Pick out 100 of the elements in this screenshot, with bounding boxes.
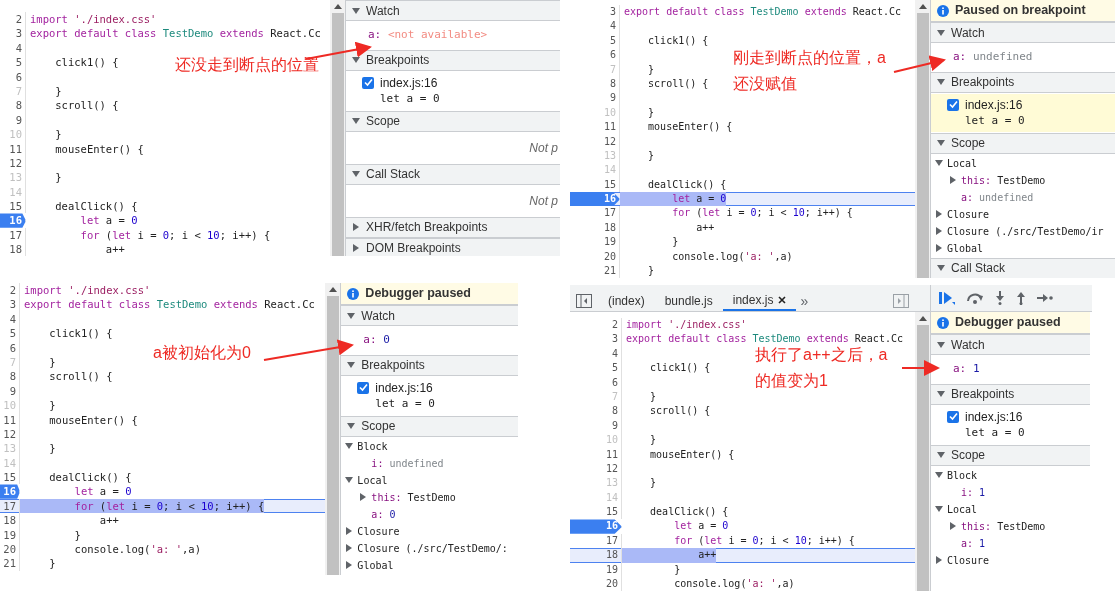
line-number[interactable]: 18 [0, 242, 26, 256]
scroll-up-icon[interactable] [333, 4, 342, 9]
line-number[interactable]: 3 [570, 5, 620, 20]
checkbox[interactable] [357, 381, 370, 394]
line-number[interactable]: 6 [570, 48, 620, 63]
line-number[interactable]: 11 [0, 412, 20, 427]
step-over-icon[interactable] [966, 292, 984, 304]
triangle-icon[interactable] [347, 311, 356, 320]
section-header[interactable]: Scope [931, 132, 1115, 154]
scope-group[interactable]: Local [931, 154, 1115, 172]
line-number[interactable]: 12 [0, 155, 26, 171]
line-number[interactable]: 16 [570, 192, 620, 207]
triangle-icon[interactable] [935, 505, 943, 513]
triangle-icon[interactable] [352, 117, 360, 125]
line-number[interactable]: 9 [570, 418, 622, 434]
triangle-icon[interactable] [352, 223, 360, 231]
scrollbar[interactable] [915, 312, 930, 591]
line-number[interactable]: 20 [0, 542, 20, 557]
line-number[interactable]: 4 [0, 311, 20, 327]
triangle-icon[interactable] [935, 210, 943, 218]
triangle-icon[interactable] [937, 28, 945, 37]
scope-variable[interactable]: this: TestDemo [341, 488, 518, 506]
line-number[interactable]: 9 [570, 91, 620, 106]
line-number[interactable]: 5 [570, 361, 622, 376]
line-number[interactable]: 4 [570, 346, 622, 362]
line-number[interactable]: 2 [0, 283, 20, 298]
checkbox[interactable] [947, 410, 959, 423]
scope-group[interactable]: Global [341, 556, 518, 574]
section-header[interactable]: Breakpoints [931, 71, 1115, 93]
triangle-icon[interactable] [935, 244, 943, 252]
line-number[interactable]: 11 [0, 141, 26, 156]
scope-variable[interactable]: this: TestDemo [931, 517, 1090, 535]
scope-group[interactable]: Closure (./src/TestDemo/: [341, 539, 518, 557]
line-number[interactable]: 18 [0, 513, 20, 528]
section-header[interactable]: Breakpoints [346, 49, 560, 71]
line-number[interactable]: 4 [570, 19, 620, 34]
triangle-icon[interactable] [345, 476, 354, 484]
line-number[interactable]: 18 [570, 220, 620, 236]
line-number[interactable]: 4 [0, 40, 26, 56]
triangle-icon[interactable] [937, 264, 945, 272]
line-number[interactable]: 16 [570, 519, 622, 534]
section-header[interactable]: Watch [346, 0, 560, 21]
triangle-icon[interactable] [345, 561, 354, 569]
resume-icon[interactable] [939, 291, 955, 305]
line-number[interactable]: 12 [570, 461, 622, 477]
close-icon[interactable] [778, 296, 787, 304]
section-header[interactable]: Scope [346, 110, 560, 132]
navigator-toggle-icon[interactable] [576, 294, 592, 308]
line-number[interactable]: 20 [570, 249, 620, 265]
breakpoint-item[interactable]: index.js:16 let a = 0 [931, 93, 1115, 132]
line-number[interactable]: 9 [0, 383, 20, 399]
triangle-icon[interactable] [935, 471, 943, 479]
line-number[interactable]: 2 [0, 12, 26, 27]
section-header[interactable]: XHR/fetch Breakpoints [346, 216, 560, 238]
scroll-up-icon[interactable] [918, 4, 927, 9]
debugger-toggle-icon[interactable] [893, 294, 909, 308]
scope-group[interactable]: Block [341, 437, 518, 455]
section-header[interactable]: Watch [931, 334, 1090, 355]
line-number[interactable]: 20 [570, 577, 622, 591]
line-number[interactable]: 19 [0, 527, 20, 543]
line-number[interactable]: 2 [570, 318, 622, 333]
section-header[interactable]: Watch [341, 305, 518, 326]
line-number[interactable]: 6 [570, 375, 622, 390]
section-header[interactable]: Scope [931, 444, 1090, 466]
line-number[interactable]: 5 [0, 326, 20, 341]
line-number[interactable]: 12 [570, 134, 620, 149]
step-into-icon[interactable] [995, 291, 1005, 305]
line-number[interactable]: 15 [570, 505, 622, 520]
triangle-icon[interactable] [937, 390, 945, 398]
triangle-icon[interactable] [935, 227, 943, 235]
line-number[interactable]: 3 [570, 332, 622, 347]
scope-group[interactable]: Closure (./src/TestDemo/ir [931, 222, 1115, 240]
section-header[interactable]: Call Stack [931, 257, 1115, 278]
triangle-icon[interactable] [347, 422, 356, 430]
triangle-icon[interactable] [352, 6, 360, 15]
line-number[interactable]: 8 [0, 98, 26, 113]
triangle-icon[interactable] [345, 544, 354, 552]
line-number[interactable]: 11 [570, 447, 622, 462]
scrollbar[interactable] [325, 283, 341, 575]
triangle-icon[interactable] [345, 442, 354, 450]
scope-group[interactable]: Block [931, 466, 1090, 484]
checkbox[interactable] [362, 76, 374, 89]
line-number[interactable]: 3 [0, 26, 26, 41]
scrollbar[interactable] [915, 0, 930, 278]
triangle-icon[interactable] [937, 451, 945, 459]
line-number[interactable]: 8 [570, 404, 622, 419]
scope-group[interactable]: Global [931, 239, 1115, 257]
section-header[interactable]: Watch [931, 22, 1115, 43]
section-header[interactable]: Breakpoints [931, 383, 1090, 405]
triangle-icon[interactable] [949, 176, 957, 184]
line-number[interactable]: 16 [0, 484, 20, 499]
triangle-icon[interactable] [937, 139, 945, 147]
file-tab[interactable]: bundle.js [654, 291, 723, 311]
scope-group[interactable]: Closure [931, 205, 1115, 223]
line-number[interactable]: 19 [570, 562, 622, 578]
line-number[interactable]: 3 [0, 297, 20, 312]
triangle-icon[interactable] [935, 556, 943, 564]
triangle-icon[interactable] [937, 78, 945, 86]
file-tab[interactable]: (index) [598, 291, 655, 311]
line-number[interactable]: 6 [0, 340, 20, 355]
